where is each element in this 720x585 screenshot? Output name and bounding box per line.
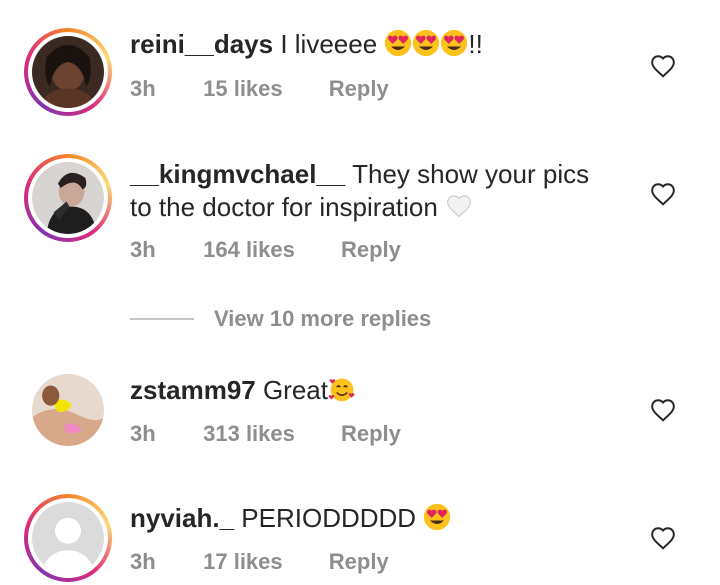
smiling-face-with-hearts-emoji-icon: [328, 375, 356, 403]
comment-meta: 3h 17 likes Reply: [130, 549, 389, 575]
comment-time: 3h: [130, 421, 156, 446]
divider: [130, 318, 194, 320]
comment-text: reini__days I liveeee !!: [130, 28, 610, 61]
comment-username[interactable]: __kingmvchael__: [130, 159, 345, 189]
default-avatar-icon: [32, 502, 104, 574]
view-more-replies-label[interactable]: View 10 more replies: [214, 306, 431, 332]
heart-eyes-emoji-icon: [423, 503, 451, 531]
comment-suffix: !!: [468, 29, 483, 59]
comment-body: PERIODDDDD: [234, 503, 424, 533]
avatar[interactable]: [24, 494, 112, 582]
heart-eyes-emoji-icon: [440, 29, 468, 57]
comment-meta: 3h 15 likes Reply: [130, 76, 389, 102]
reply-button[interactable]: Reply: [329, 549, 389, 575]
white-heart-emoji-icon: [445, 192, 473, 220]
comment-time: 3h: [130, 549, 156, 574]
avatar[interactable]: [24, 366, 112, 454]
profile-photo: [32, 36, 104, 108]
comment-time: 3h: [130, 76, 156, 101]
comment-username[interactable]: reini__days: [130, 29, 273, 59]
like-heart-icon[interactable]: [650, 182, 676, 206]
comment-likes[interactable]: 313 likes: [203, 421, 295, 447]
comment-meta: 3h 313 likes Reply: [130, 421, 401, 447]
reply-button[interactable]: Reply: [341, 421, 401, 447]
comment-text: __kingmvchael__ They show your pics to t…: [130, 158, 610, 224]
comment-body: I liveeee: [273, 29, 385, 59]
avatar[interactable]: [24, 28, 112, 116]
avatar[interactable]: [24, 154, 112, 242]
comment-likes[interactable]: 17 likes: [203, 549, 283, 575]
reply-button[interactable]: Reply: [329, 76, 389, 102]
profile-photo: [32, 162, 104, 234]
like-heart-icon[interactable]: [650, 54, 676, 78]
comment-text: zstamm97 Great: [130, 374, 610, 407]
comment-time: 3h: [130, 237, 156, 262]
comment-likes[interactable]: 164 likes: [203, 237, 295, 263]
comment-username[interactable]: zstamm97: [130, 375, 256, 405]
like-heart-icon[interactable]: [650, 526, 676, 550]
comment-text: nyviah._ PERIODDDDD: [130, 502, 610, 535]
like-heart-icon[interactable]: [650, 398, 676, 422]
comment-meta: 3h 164 likes Reply: [130, 237, 401, 263]
reply-button[interactable]: Reply: [341, 237, 401, 263]
comment-username[interactable]: nyviah._: [130, 503, 234, 533]
comment-body: Great: [255, 375, 328, 405]
profile-photo: [32, 374, 104, 446]
heart-eyes-emoji-icon: [384, 29, 412, 57]
comment-likes[interactable]: 15 likes: [203, 76, 283, 102]
heart-eyes-emoji-icon: [412, 29, 440, 57]
